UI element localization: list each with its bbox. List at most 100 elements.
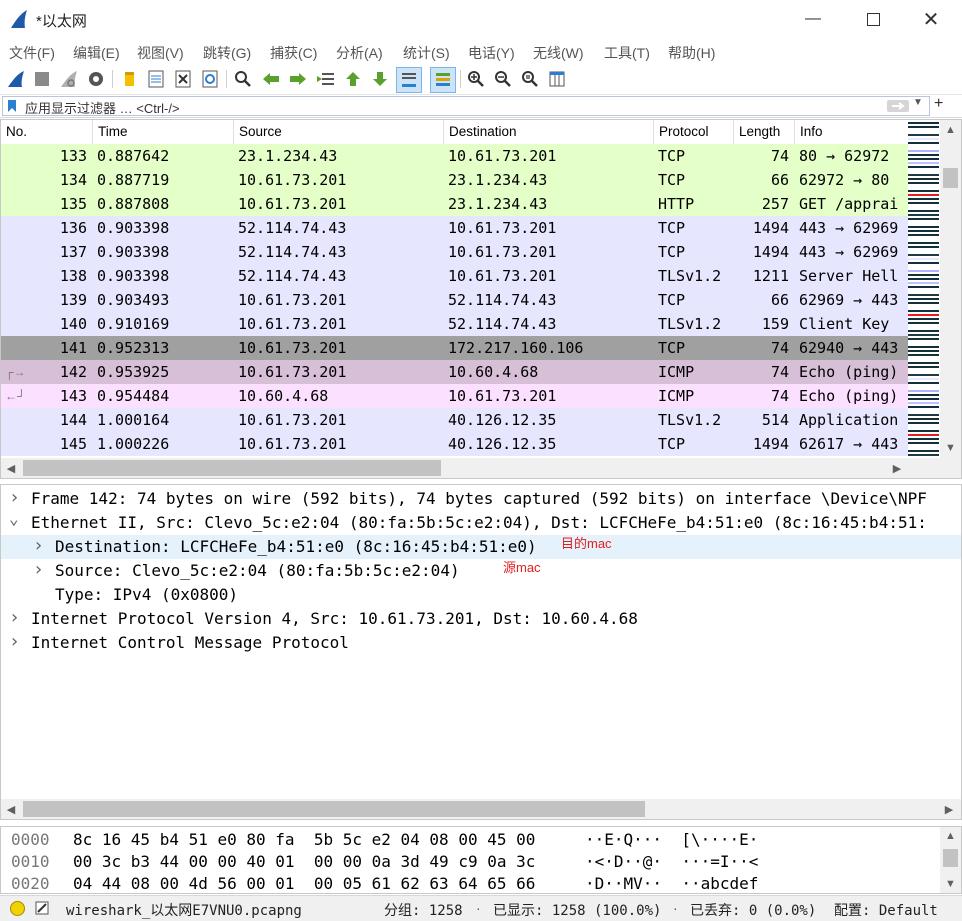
details-horizontal-scrollbar[interactable]: ◀ ▶ [1,799,961,819]
table-row[interactable]: 139 0.903493 10.61.73.201 52.114.74.43 TCP 66… [1,288,908,312]
detail-item[interactable]: Type: IPv4 (0x0800) [1,583,961,607]
display-filter-input[interactable]: 应用显示过滤器 … <Ctrl-/> ▼ [2,96,930,116]
last-packet-button[interactable] [369,68,391,90]
packet-list-vertical-scrollbar[interactable]: ▲ ▼ [940,120,961,458]
filter-dropdown-icon[interactable]: ▼ [913,97,923,108]
zoom-out-button[interactable] [492,68,514,90]
menu-edit[interactable]: 编辑(E) [73,43,120,63]
menu-wireless[interactable]: 无线(W) [533,43,584,63]
packet-details-pane[interactable]: › Frame 142: 74 bytes on wire (592 bits),… [0,484,962,820]
scroll-right-icon[interactable]: ▶ [887,458,907,478]
table-row[interactable]: 137 0.903398 52.114.74.43 10.61.73.201 TCP 14… [1,240,908,264]
detail-item[interactable]: ⌄ Ethernet II, Src: Clevo_5c:e2:04 (80:fa… [1,509,961,535]
add-filter-button-icon[interactable]: + [934,95,943,113]
menu-telephony[interactable]: 电话(Y) [468,43,515,63]
detail-item[interactable]: › Destination: LCFCHeFe_b4:51:e0 (8c:16:4… [1,535,961,559]
bytes-vertical-scrollbar[interactable]: ▲ ▼ [940,827,961,893]
table-row[interactable]: 140 0.910169 10.61.73.201 52.114.74.43 TLSv1… [1,312,908,336]
detail-item[interactable]: › Frame 142: 74 bytes on wire (592 bits),… [1,487,961,511]
detail-item[interactable]: › Internet Protocol Version 4, Src: 10.61… [1,607,961,631]
column-header-length[interactable]: Length [734,120,795,144]
menu-capture[interactable]: 捕获(C) [270,43,317,63]
packet-time: 0.953925 [97,363,170,381]
save-file-button[interactable] [145,68,167,90]
scroll-thumb[interactable] [943,849,958,867]
gear-icon [89,72,103,86]
go-forward-button[interactable] [287,68,309,90]
scroll-down-icon[interactable]: ▼ [940,438,961,458]
menu-view[interactable]: 视图(V) [137,43,184,63]
profile-label[interactable]: 配置: Default [834,900,938,920]
first-packet-button[interactable] [342,68,364,90]
detail-item[interactable]: › Source: Clevo_5c:e2:04 (80:fa:5b:5c:e2:… [1,559,961,583]
close-file-button[interactable] [172,68,194,90]
table-row[interactable]: 144 1.000164 10.61.73.201 40.126.12.35 TLSv1… [1,408,908,432]
table-row[interactable]: 135 0.887808 10.61.73.201 23.1.234.43 HTTP 25… [1,192,908,216]
zoom-in-button[interactable] [465,68,487,90]
chevron-right-icon[interactable]: › [9,630,23,654]
minimap-line [908,334,939,336]
status-bar: wireshark_以太网E7VNU0.pcapng 分组: 1258 · 已显… [0,895,962,921]
scroll-right-icon[interactable]: ▶ [939,799,959,819]
table-row[interactable]: 136 0.903398 52.114.74.43 10.61.73.201 TCP 14… [1,216,908,240]
column-header-info[interactable]: Info [795,120,908,144]
menu-help[interactable]: 帮助(H) [668,43,715,63]
maximize-button[interactable] [850,6,896,32]
scroll-thumb[interactable] [23,801,645,817]
minimize-button[interactable]: — [790,6,836,32]
packet-list-pane[interactable]: No. Time Source Destination Protocol Len… [0,119,962,479]
table-row[interactable]: 133 0.887642 23.1.234.43 10.61.73.201 TCP 74 8… [1,144,908,168]
chevron-right-icon[interactable]: › [33,558,47,582]
close-button[interactable]: ✕ [908,6,954,32]
menu-file[interactable]: 文件(F) [9,43,55,63]
capture-options-button[interactable] [85,68,107,90]
column-header-protocol[interactable]: Protocol [654,120,734,144]
packet-list-horizontal-scrollbar[interactable]: ◀ ▶ [1,458,961,478]
chevron-right-icon[interactable]: › [9,606,23,630]
scroll-up-icon[interactable]: ▲ [940,120,961,140]
table-row[interactable]: 141 0.952313 10.61.73.201 172.217.160.106 TC… [1,336,908,360]
go-back-button[interactable] [260,68,282,90]
expert-info-icon[interactable] [10,901,25,916]
go-to-packet-button[interactable] [315,68,337,90]
stop-capture-button[interactable] [31,68,53,90]
apply-filter-icon[interactable] [887,99,909,113]
normal-size-button[interactable] [519,68,541,90]
table-row[interactable]: 142 0.953925 10.61.73.201 10.60.4.68 ICMP 74 E… [1,360,908,384]
detail-item[interactable]: › Internet Control Message Protocol [1,631,961,655]
table-row[interactable]: 143 0.954484 10.60.4.68 10.61.73.201 ICMP 74 E… [1,384,908,408]
reload-file-button[interactable] [199,68,221,90]
autoscroll-toggle[interactable] [396,67,422,93]
menu-go[interactable]: 跳转(G) [203,43,251,63]
scroll-thumb[interactable] [943,168,958,188]
packet-bytes-pane[interactable]: 0000 8c 16 45 b4 51 e0 80 fa 5b 5c e2 04 … [0,826,962,894]
minimap-line [908,286,939,288]
scroll-thumb[interactable] [23,460,441,476]
table-row[interactable]: 134 0.887719 10.61.73.201 23.1.234.43 TCP 66 6… [1,168,908,192]
column-header-time[interactable]: Time [93,120,234,144]
menu-tools[interactable]: 工具(T) [604,43,650,63]
column-header-source[interactable]: Source [234,120,444,144]
chevron-down-icon[interactable]: ⌄ [9,507,23,531]
find-packet-button[interactable] [232,68,254,90]
menu-statistics[interactable]: 统计(S) [403,43,450,63]
table-row[interactable]: 138 0.903398 52.114.74.43 10.61.73.201 TLSv1… [1,264,908,288]
minimap-line [908,274,939,276]
restart-capture-button[interactable] [58,68,80,90]
scroll-up-icon[interactable]: ▲ [940,827,961,845]
menu-analyze[interactable]: 分析(A) [336,43,383,63]
bookmark-icon[interactable] [7,99,17,113]
open-file-button[interactable] [118,68,140,90]
scroll-left-icon[interactable]: ◀ [1,799,21,819]
start-capture-button[interactable] [5,68,27,90]
capture-file-comment-icon[interactable] [34,900,50,916]
scroll-down-icon[interactable]: ▼ [940,875,961,893]
colorize-toggle[interactable] [430,67,456,93]
scroll-left-icon[interactable]: ◀ [1,458,21,478]
column-header-destination[interactable]: Destination [444,120,654,144]
resize-columns-button[interactable] [546,68,568,90]
packet-minimap[interactable] [908,120,939,458]
column-header-no[interactable]: No. [1,120,93,144]
chevron-right-icon[interactable]: › [33,534,47,558]
table-row[interactable]: 145 1.000226 10.61.73.201 40.126.12.35 TCP 14… [1,432,908,456]
